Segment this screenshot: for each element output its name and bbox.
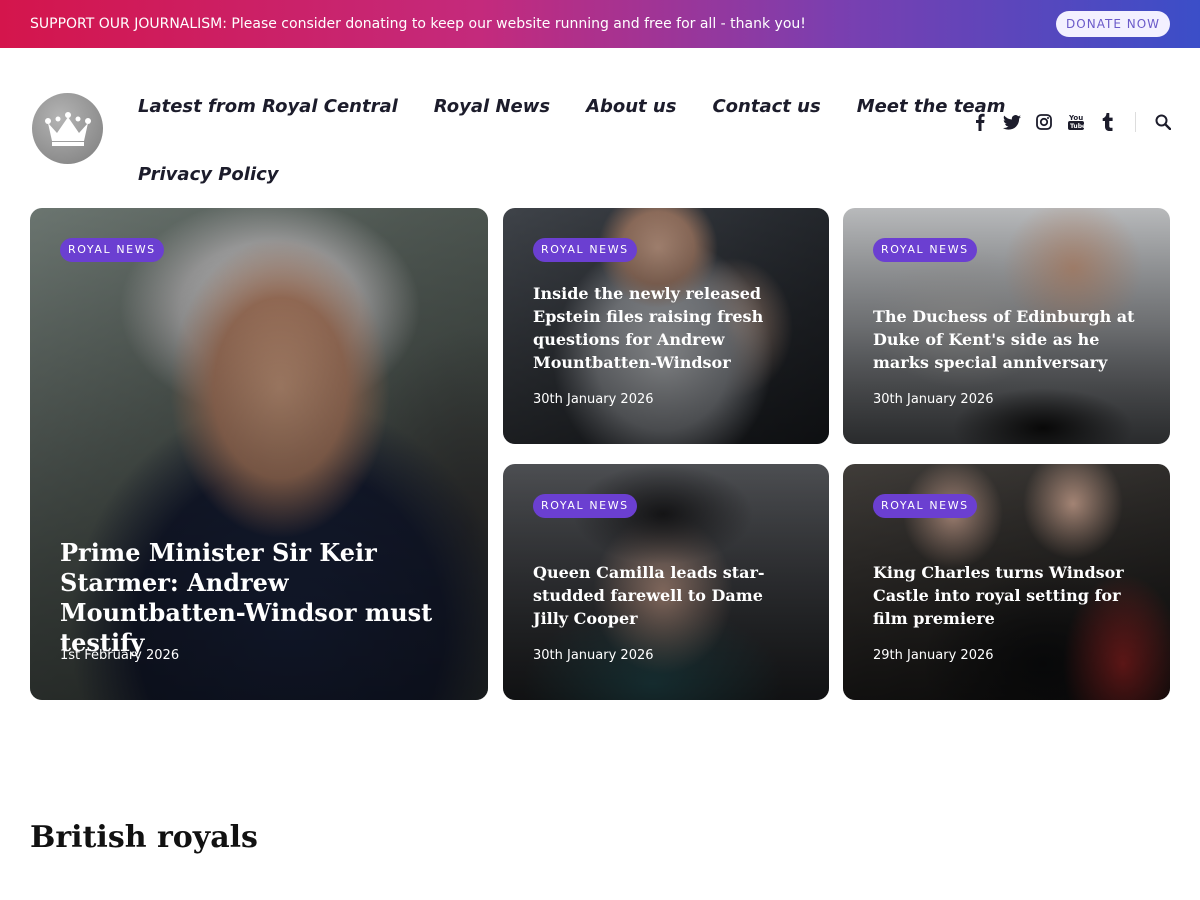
article-title[interactable]: The Duchess of Edinburgh at Duke of Kent… bbox=[873, 305, 1141, 374]
youtube-icon[interactable]: YouTube bbox=[1067, 113, 1085, 131]
donation-banner: SUPPORT OUR JOURNALISM: Please consider … bbox=[0, 0, 1200, 48]
featured-article-card[interactable]: ROYAL NEWS Prime Minister Sir Keir Starm… bbox=[30, 208, 488, 700]
nav-about-us[interactable]: About us bbox=[586, 96, 676, 117]
article-date: 29th January 2026 bbox=[873, 648, 994, 663]
article-card[interactable]: ROYAL NEWS The Duchess of Edinburgh at D… bbox=[843, 208, 1170, 444]
article-date: 30th January 2026 bbox=[533, 648, 654, 663]
article-date: 30th January 2026 bbox=[873, 392, 994, 407]
social-divider bbox=[1135, 112, 1136, 132]
article-card[interactable]: ROYAL NEWS King Charles turns Windsor Ca… bbox=[843, 464, 1170, 700]
article-date: 30th January 2026 bbox=[533, 392, 654, 407]
article-title[interactable]: Inside the newly released Epstein files … bbox=[533, 282, 773, 374]
section-title: British royals bbox=[30, 820, 258, 855]
twitter-icon[interactable] bbox=[1003, 113, 1021, 131]
crown-icon bbox=[44, 111, 91, 146]
social-links: YouTube bbox=[971, 112, 1172, 132]
site-logo[interactable] bbox=[32, 93, 103, 164]
instagram-icon[interactable] bbox=[1035, 113, 1053, 131]
category-tag[interactable]: ROYAL NEWS bbox=[873, 494, 977, 518]
svg-text:You: You bbox=[1068, 114, 1083, 122]
category-tag[interactable]: ROYAL NEWS bbox=[873, 238, 977, 262]
article-title[interactable]: King Charles turns Windsor Castle into r… bbox=[873, 561, 1141, 630]
nav-latest[interactable]: Latest from Royal Central bbox=[138, 96, 398, 117]
category-tag[interactable]: ROYAL NEWS bbox=[533, 494, 637, 518]
svg-text:Tube: Tube bbox=[1070, 123, 1084, 130]
nav-privacy-policy[interactable]: Privacy Policy bbox=[138, 164, 279, 185]
tumblr-icon[interactable] bbox=[1099, 113, 1117, 131]
nav-royal-news[interactable]: Royal News bbox=[434, 96, 550, 117]
facebook-icon[interactable] bbox=[971, 113, 989, 131]
article-title[interactable]: Prime Minister Sir Keir Starmer: Andrew … bbox=[60, 538, 450, 658]
article-date: 1st February 2026 bbox=[60, 648, 180, 663]
article-card[interactable]: ROYAL NEWS Inside the newly released Eps… bbox=[503, 208, 829, 444]
search-icon[interactable] bbox=[1154, 113, 1172, 131]
category-tag[interactable]: ROYAL NEWS bbox=[533, 238, 637, 262]
banner-text: SUPPORT OUR JOURNALISM: Please consider … bbox=[30, 16, 806, 32]
donate-now-button[interactable]: DONATE NOW bbox=[1056, 11, 1170, 37]
nav-contact-us[interactable]: Contact us bbox=[712, 96, 820, 117]
category-tag[interactable]: ROYAL NEWS bbox=[60, 238, 164, 262]
article-title[interactable]: Queen Camilla leads star-studded farewel… bbox=[533, 561, 795, 630]
article-card[interactable]: ROYAL NEWS Queen Camilla leads star-stud… bbox=[503, 464, 829, 700]
main-nav: Latest from Royal Central Royal News Abo… bbox=[138, 72, 1006, 208]
